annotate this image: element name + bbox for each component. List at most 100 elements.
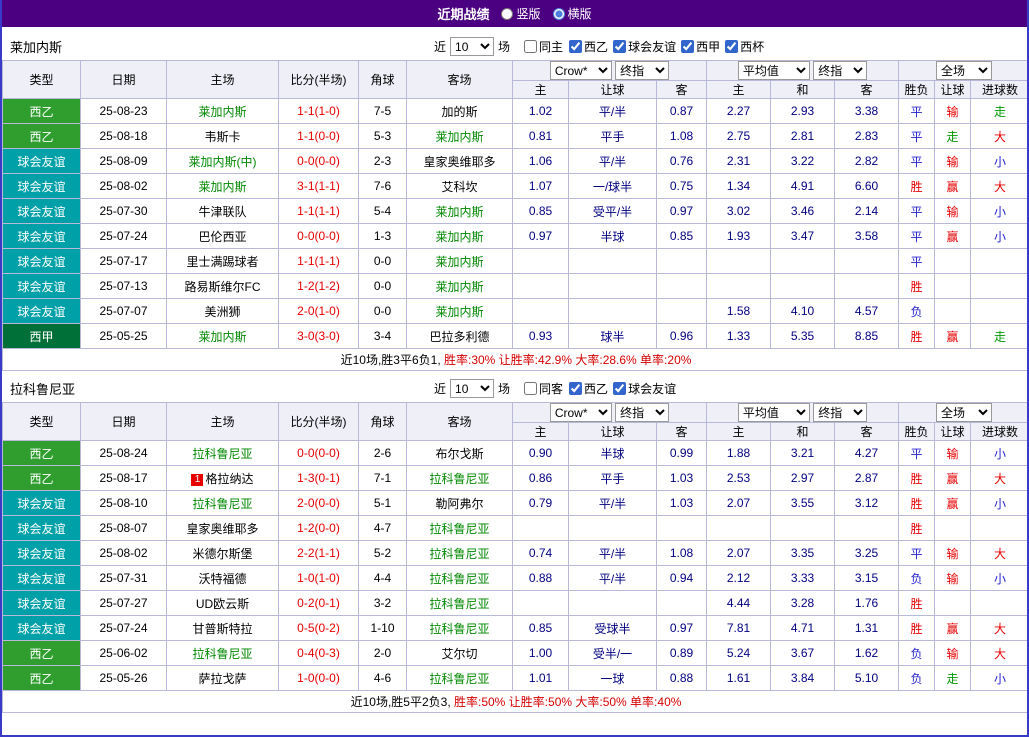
date-cell: 25-08-10 <box>81 491 167 516</box>
same-venue-filter[interactable]: 同主 <box>524 38 563 55</box>
avg-home-cell: 1.34 <box>707 174 771 199</box>
goals-result-cell: 走 <box>971 324 1029 349</box>
match-count-select[interactable]: 10 <box>450 37 494 56</box>
odds-handicap-cell: 球半 <box>569 324 657 349</box>
odds-home-cell: 0.86 <box>513 466 569 491</box>
col-score: 比分(半场) <box>279 403 359 441</box>
odds-home-cell: 0.81 <box>513 124 569 149</box>
odds-stage-select[interactable]: 终指 <box>615 403 669 422</box>
date-cell: 25-08-23 <box>81 99 167 124</box>
horizontal-layout-radio[interactable] <box>553 8 565 20</box>
league-filter-checkbox[interactable]: 西乙 <box>569 38 608 55</box>
match-row: 球会友谊25-07-07美洲狮2-0(1-0)0-0莱加内斯1.584.104.… <box>3 299 1029 324</box>
match-count-select[interactable]: 10 <box>450 379 494 398</box>
league-type-cell: 球会友谊 <box>3 174 81 199</box>
avg-stage-select[interactable]: 终指 <box>813 61 867 80</box>
avg-draw-cell: 4.91 <box>771 174 835 199</box>
team2-filter-bar: 拉科鲁尼亚 近 10 场 同客 西乙球会友谊 <box>2 375 1027 402</box>
league-label: 球会友谊 <box>628 380 676 397</box>
league-checkbox[interactable] <box>725 40 738 53</box>
bookmaker-select[interactable]: Crow* <box>550 61 612 80</box>
odds-home-cell <box>513 516 569 541</box>
col-odds-away: 客 <box>657 423 707 441</box>
avg-home-cell: 1.58 <box>707 299 771 324</box>
avg-draw-cell: 2.97 <box>771 466 835 491</box>
odds-home-cell: 0.74 <box>513 541 569 566</box>
col-corner: 角球 <box>359 61 407 99</box>
bookmaker-select[interactable]: Crow* <box>550 403 612 422</box>
avg-away-cell: 3.12 <box>835 491 899 516</box>
handicap-result-cell: 走 <box>935 666 971 691</box>
period-select[interactable]: 全场 <box>936 61 992 80</box>
league-checkbox[interactable] <box>613 382 626 395</box>
corner-cell: 5-3 <box>359 124 407 149</box>
corner-cell: 7-5 <box>359 99 407 124</box>
league-type-cell: 球会友谊 <box>3 299 81 324</box>
league-filter-checkbox[interactable]: 球会友谊 <box>613 380 676 397</box>
average-select[interactable]: 平均值 <box>738 403 810 422</box>
odds-handicap-cell: 一/球半 <box>569 174 657 199</box>
same-venue-filter[interactable]: 同客 <box>524 380 563 397</box>
result-group: 全场 <box>899 403 1029 423</box>
score-cell: 1-3(0-1) <box>279 466 359 491</box>
league-filters: 西乙 球会友谊 <box>569 380 676 397</box>
avg-draw-cell <box>771 274 835 299</box>
league-checkbox[interactable] <box>681 40 694 53</box>
away-team-cell: 巴拉多利德 <box>407 324 513 349</box>
match-row: 西甲25-05-25莱加内斯3-0(3-0)3-4巴拉多利德0.93球半0.96… <box>3 324 1029 349</box>
vertical-layout-radio[interactable] <box>501 8 513 20</box>
col-score: 比分(半场) <box>279 61 359 99</box>
league-filter-checkbox[interactable]: 西乙 <box>569 380 608 397</box>
date-cell: 25-07-17 <box>81 249 167 274</box>
score-cell: 3-1(1-1) <box>279 174 359 199</box>
layout-vertical-option[interactable]: 竖版 <box>501 5 540 22</box>
avg-away-cell: 3.58 <box>835 224 899 249</box>
horizontal-layout-label: 横版 <box>568 5 592 22</box>
score-cell: 1-2(0-0) <box>279 516 359 541</box>
corner-cell: 4-4 <box>359 566 407 591</box>
league-filter-checkbox[interactable]: 西甲 <box>681 38 720 55</box>
avg-draw-cell: 3.35 <box>771 541 835 566</box>
away-team-cell: 拉科鲁尼亚 <box>407 566 513 591</box>
score-cell: 0-0(0-0) <box>279 224 359 249</box>
home-team-cell: 牛津联队 <box>167 199 279 224</box>
goals-result-cell: 大 <box>971 466 1029 491</box>
layout-horizontal-option[interactable]: 横版 <box>553 5 592 22</box>
league-filter-checkbox[interactable]: 球会友谊 <box>613 38 676 55</box>
league-checkbox[interactable] <box>569 382 582 395</box>
league-checkbox[interactable] <box>569 40 582 53</box>
league-filter-checkbox[interactable]: 西杯 <box>725 38 764 55</box>
avg-draw-cell <box>771 516 835 541</box>
avg-draw-cell: 3.84 <box>771 666 835 691</box>
corner-cell: 2-6 <box>359 441 407 466</box>
avg-away-cell: 2.83 <box>835 124 899 149</box>
odds-stage-select[interactable]: 终指 <box>615 61 669 80</box>
handicap-result-cell <box>935 299 971 324</box>
date-cell: 25-07-31 <box>81 566 167 591</box>
match-row: 球会友谊25-07-24巴伦西亚0-0(0-0)1-3莱加内斯0.97半球0.8… <box>3 224 1029 249</box>
avg-home-cell <box>707 274 771 299</box>
handicap-result-cell: 输 <box>935 441 971 466</box>
avg-stage-select[interactable]: 终指 <box>813 403 867 422</box>
col-avg-draw: 和 <box>771 81 835 99</box>
period-select[interactable]: 全场 <box>936 403 992 422</box>
avg-away-cell: 2.87 <box>835 466 899 491</box>
match-row: 球会友谊25-08-02米德尔斯堡2-2(1-1)5-2拉科鲁尼亚0.74平/半… <box>3 541 1029 566</box>
goals-result-cell: 大 <box>971 124 1029 149</box>
score-cell: 0-5(0-2) <box>279 616 359 641</box>
score-cell: 1-1(1-1) <box>279 249 359 274</box>
same-venue-checkbox[interactable] <box>524 40 537 53</box>
average-select[interactable]: 平均值 <box>738 61 810 80</box>
odds-away-cell: 0.76 <box>657 149 707 174</box>
score-cell: 1-1(0-0) <box>279 124 359 149</box>
col-handicap-result: 让球 <box>935 81 971 99</box>
away-team-cell: 皇家奥维耶多 <box>407 149 513 174</box>
goals-result-cell <box>971 299 1029 324</box>
handicap-result-cell: 赢 <box>935 616 971 641</box>
league-checkbox[interactable] <box>613 40 626 53</box>
odds-away-cell: 0.88 <box>657 666 707 691</box>
handicap-result-cell <box>935 516 971 541</box>
goals-result-cell: 走 <box>971 99 1029 124</box>
date-cell: 25-08-17 <box>81 466 167 491</box>
same-venue-checkbox[interactable] <box>524 382 537 395</box>
